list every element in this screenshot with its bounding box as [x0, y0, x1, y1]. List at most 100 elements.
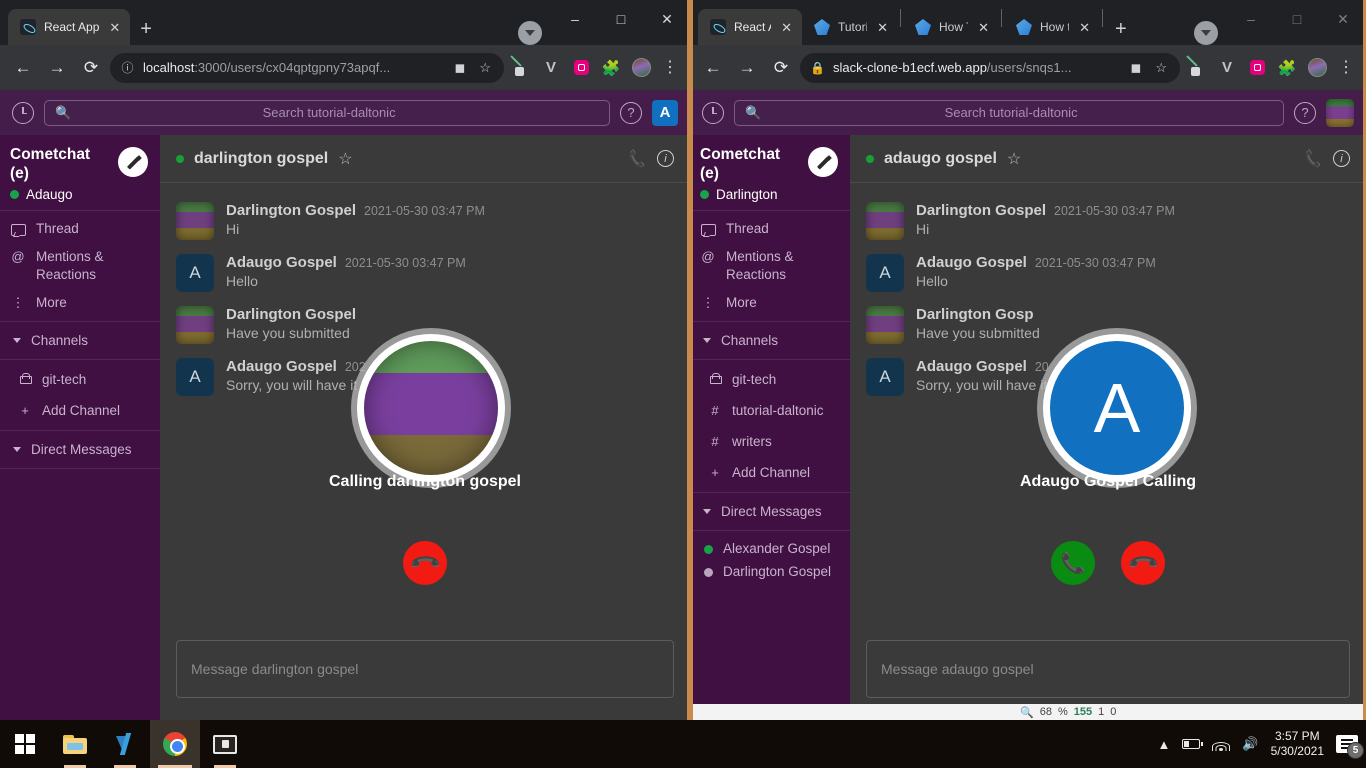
v-extension-icon[interactable]: V: [538, 55, 564, 81]
info-icon[interactable]: i: [657, 150, 674, 167]
avatar[interactable]: [1326, 99, 1354, 127]
sidebar-item-more[interactable]: ⋮ More: [690, 289, 850, 317]
star-outline-icon[interactable]: ☆: [1007, 149, 1021, 169]
pencil-extension-icon[interactable]: [1184, 58, 1210, 78]
compose-button[interactable]: [808, 147, 838, 177]
end-call-button[interactable]: 📞: [1121, 541, 1165, 585]
browser-tab-tutorial[interactable]: Tutoria ✕: [802, 9, 898, 45]
clock-icon[interactable]: [12, 102, 34, 124]
sidebar-channel-git-tech[interactable]: git-tech: [690, 364, 850, 395]
browser-tab-react-app[interactable]: React App ✕: [8, 9, 130, 45]
chrome-menu-button[interactable]: ⋮: [658, 60, 682, 76]
close-icon[interactable]: ✕: [107, 21, 122, 34]
browser-tab-how-to-2[interactable]: How to ✕: [1004, 9, 1100, 45]
close-icon[interactable]: ✕: [1077, 21, 1092, 34]
chevron-up-icon[interactable]: ▲: [1158, 737, 1171, 752]
close-icon[interactable]: ✕: [779, 21, 794, 34]
question-circle-icon[interactable]: ?: [620, 102, 642, 124]
message-input[interactable]: Message adaugo gospel: [866, 640, 1350, 698]
v-extension-icon[interactable]: V: [1214, 55, 1240, 81]
browser-tab-how-to-1[interactable]: How To ✕: [903, 9, 999, 45]
sidebar-channel-writers[interactable]: # writers: [690, 426, 850, 457]
sidebar-channel-tutorial-daltonic[interactable]: # tutorial-daltonic: [690, 395, 850, 426]
maximize-button[interactable]: □: [598, 4, 644, 34]
wifi-icon[interactable]: [1212, 737, 1230, 751]
channels-section-header[interactable]: Channels: [690, 326, 850, 355]
tab-bar-left: React App ✕ + – □ ✕: [0, 0, 690, 45]
minimize-button[interactable]: –: [552, 4, 598, 34]
message-input[interactable]: Message darlington gospel: [176, 640, 674, 698]
compose-button[interactable]: [118, 147, 148, 177]
taskbar-clock[interactable]: 3:57 PM 5/30/2021: [1271, 729, 1324, 759]
question-circle-icon[interactable]: ?: [1294, 102, 1316, 124]
end-call-button[interactable]: 📞: [403, 541, 447, 585]
profile-photo-icon[interactable]: [628, 55, 654, 81]
sidebar-item-more[interactable]: ⋮ More: [0, 289, 160, 317]
star-icon[interactable]: ☆: [476, 60, 494, 76]
sidebar-dm-darlington-gospel[interactable]: Darlington Gospel: [690, 560, 850, 583]
puzzle-extension-icon[interactable]: 🧩: [598, 55, 624, 81]
speaker-icon[interactable]: 🔊: [1242, 736, 1258, 752]
close-icon[interactable]: ✕: [976, 21, 991, 34]
browser-tab-react-app[interactable]: React A ✕: [698, 9, 802, 45]
new-tab-button[interactable]: +: [130, 19, 162, 45]
forward-button[interactable]: →: [42, 53, 72, 83]
puzzle-extension-icon[interactable]: 🧩: [1274, 55, 1300, 81]
star-icon[interactable]: ☆: [1152, 60, 1170, 76]
window-controls-left: – □ ✕: [552, 0, 690, 45]
back-button[interactable]: ←: [8, 53, 38, 83]
avatar[interactable]: A: [652, 100, 678, 126]
phone-icon[interactable]: 📞: [1303, 148, 1325, 169]
vs-code[interactable]: [100, 720, 150, 768]
close-window-button[interactable]: ✕: [1320, 4, 1366, 34]
direct-messages-section-header[interactable]: Direct Messages: [690, 497, 850, 526]
notifications-icon[interactable]: 5: [1336, 735, 1358, 753]
profile-photo-icon[interactable]: [1304, 55, 1330, 81]
chrome-profile-button[interactable]: [1194, 21, 1218, 45]
address-bar[interactable]: 🔒 slack-clone-b1ecf.web.app/users/snqs1.…: [800, 53, 1180, 83]
search-input[interactable]: 🔍 Search tutorial-daltonic: [44, 100, 610, 126]
sidebar-item-thread[interactable]: Thread: [690, 215, 850, 243]
forward-button[interactable]: →: [732, 53, 762, 83]
direct-messages-section-header[interactable]: Direct Messages: [0, 435, 160, 464]
battery-icon[interactable]: [1182, 739, 1200, 749]
sidebar-item-thread[interactable]: Thread: [0, 215, 160, 243]
pink-extension-icon[interactable]: [568, 55, 594, 81]
google-chrome[interactable]: [150, 720, 200, 768]
reload-button[interactable]: ⟳: [76, 53, 106, 83]
phone-icon[interactable]: 📞: [627, 148, 649, 169]
address-bar[interactable]: ⓘ localhost:3000/users/cx04qptgpny73apqf…: [110, 53, 504, 83]
maximize-button[interactable]: □: [1274, 4, 1320, 34]
minimize-button[interactable]: –: [1228, 4, 1274, 34]
close-window-button[interactable]: ✕: [644, 4, 690, 34]
phone-icon: 📞: [1061, 551, 1086, 576]
channels-section-header[interactable]: Channels: [0, 326, 160, 355]
sidebar-item-mentions[interactable]: @ Mentions & Reactions: [0, 243, 160, 289]
star-outline-icon[interactable]: ☆: [338, 149, 352, 169]
url-path: :3000/users/cx04qptgpny73apqf...: [194, 60, 390, 75]
chrome-profile-button[interactable]: [518, 21, 542, 45]
clock-icon[interactable]: [702, 102, 724, 124]
info-icon[interactable]: i: [1333, 150, 1350, 167]
search-input[interactable]: 🔍 Search tutorial-daltonic: [734, 100, 1284, 126]
new-tab-button[interactable]: +: [1105, 19, 1137, 45]
video-camera-icon[interactable]: ◼: [452, 60, 469, 76]
close-icon[interactable]: ✕: [875, 21, 890, 34]
video-camera-icon[interactable]: ◼: [1128, 60, 1145, 76]
back-button[interactable]: ←: [698, 53, 728, 83]
add-channel-button[interactable]: + Add Channel: [690, 457, 850, 488]
pink-extension-icon[interactable]: [1244, 55, 1270, 81]
file-explorer[interactable]: [50, 720, 100, 768]
chrome-menu-button[interactable]: ⋮: [1334, 60, 1358, 76]
reload-button[interactable]: ⟳: [766, 53, 796, 83]
sidebar-dm-alexander-gospel[interactable]: Alexander Gospel: [690, 537, 850, 560]
lock-icon[interactable]: 🔒: [810, 60, 825, 75]
pencil-extension-icon[interactable]: [508, 58, 534, 78]
remote-desktop[interactable]: [200, 720, 250, 768]
info-circle-icon[interactable]: ⓘ: [120, 60, 135, 75]
sidebar-item-mentions[interactable]: @ Mentions & Reactions: [690, 243, 850, 289]
accept-call-button[interactable]: 📞: [1051, 541, 1095, 585]
add-channel-button[interactable]: + Add Channel: [0, 395, 160, 426]
start-button[interactable]: [0, 720, 50, 768]
sidebar-channel-git-tech[interactable]: git-tech: [0, 364, 160, 395]
